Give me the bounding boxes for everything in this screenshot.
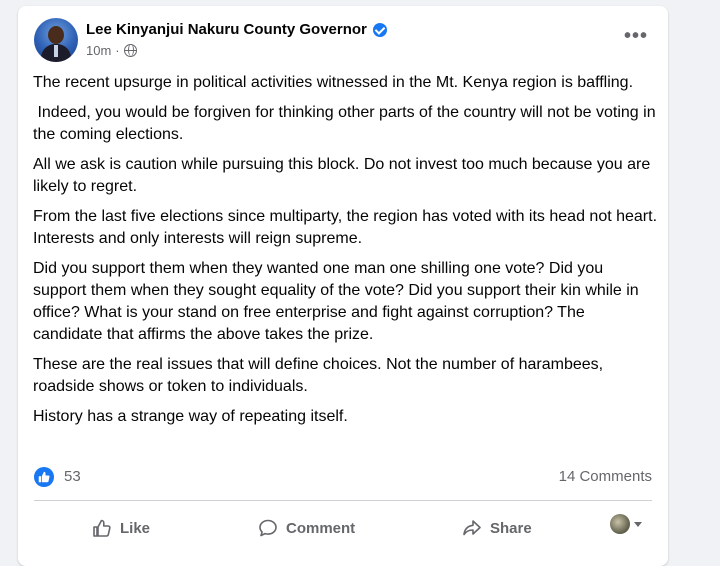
- share-arrow-icon: [463, 520, 481, 536]
- actions-divider: [34, 500, 652, 501]
- share-button[interactable]: Share: [462, 510, 532, 546]
- verified-badge-icon: [372, 22, 387, 37]
- like-button[interactable]: Like: [92, 510, 150, 546]
- user-avatar: [610, 514, 630, 534]
- globe-icon[interactable]: [123, 44, 137, 57]
- comment-count[interactable]: 14 Comments: [559, 468, 652, 485]
- share-label: Share: [490, 519, 532, 537]
- post-paragraph: Indeed, you would be forgiven for thinki…: [33, 104, 661, 143]
- author-name[interactable]: Lee Kinyanjui Nakuru County Governor: [86, 21, 367, 38]
- post-timestamp[interactable]: 10m: [86, 43, 111, 58]
- author-row: Lee Kinyanjui Nakuru County Governor: [86, 21, 387, 38]
- post-paragraph: The recent upsurge in political activiti…: [33, 74, 634, 91]
- post-paragraph: These are the real issues that will defi…: [33, 356, 604, 395]
- post-actions: Like Comment Share: [34, 504, 652, 544]
- post-card: Lee Kinyanjui Nakuru County Governor 10m…: [18, 6, 668, 566]
- comment-button[interactable]: Comment: [258, 510, 355, 546]
- post-paragraph: All we ask is caution while pursuing thi…: [33, 156, 651, 195]
- avatar-tie: [54, 45, 58, 57]
- caret-down-icon: [634, 521, 642, 527]
- thumbs-up-icon: [93, 519, 111, 537]
- avatar-face: [48, 26, 64, 44]
- post-stats: 53 14 Comments: [34, 466, 652, 490]
- post-header: Lee Kinyanjui Nakuru County Governor 10m…: [34, 18, 652, 68]
- post-paragraph: From the last five elections since multi…: [33, 208, 658, 247]
- author-avatar[interactable]: [34, 18, 78, 62]
- more-options-icon[interactable]: •••: [624, 26, 648, 46]
- thumbs-up-glyph: [38, 471, 50, 483]
- post-meta: 10m ·: [86, 43, 137, 58]
- like-label: Like: [120, 519, 151, 537]
- post-paragraph: Did you support them when they wanted on…: [33, 260, 639, 343]
- reaction-identity-selector[interactable]: [610, 514, 642, 534]
- like-reaction-icon[interactable]: [34, 467, 54, 487]
- reaction-count[interactable]: 53: [64, 468, 81, 485]
- post-body: The recent upsurge in political activiti…: [33, 72, 658, 436]
- meta-separator: ·: [115, 43, 120, 58]
- post-paragraph: History has a strange way of repeating i…: [33, 408, 348, 425]
- comment-bubble-icon: [259, 519, 277, 537]
- comment-label: Comment: [286, 519, 356, 537]
